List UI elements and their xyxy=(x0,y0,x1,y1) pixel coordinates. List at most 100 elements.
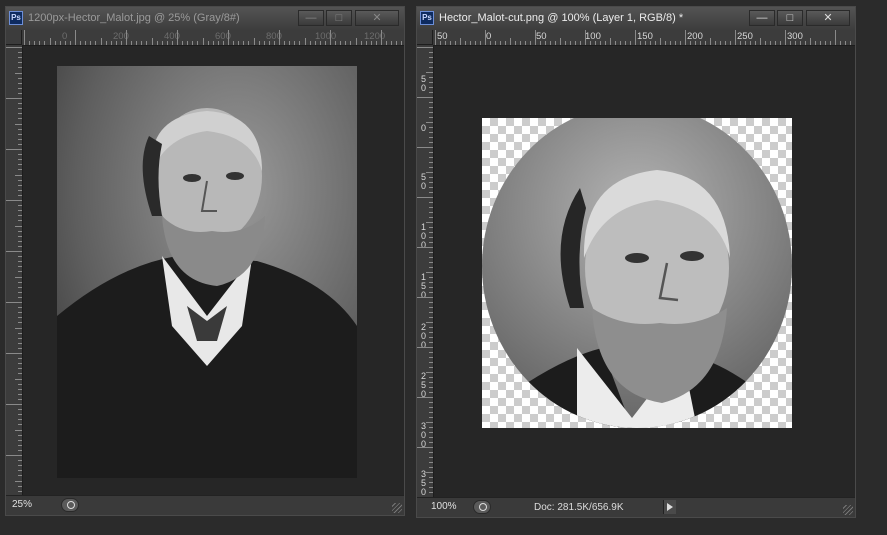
ruler-tick xyxy=(705,41,706,45)
ruler-tick xyxy=(156,41,158,45)
ruler-tick xyxy=(429,352,433,353)
ruler-tick xyxy=(75,30,76,45)
ruler-tick xyxy=(840,41,841,45)
minimize-button[interactable]: — xyxy=(298,10,324,26)
ruler-tick xyxy=(18,409,22,411)
ruler-tick xyxy=(515,41,516,45)
ruler-tick xyxy=(222,41,224,45)
ruler-tick xyxy=(294,41,296,45)
ruler-tick xyxy=(690,41,691,45)
ruler-tick xyxy=(18,138,22,140)
vertical-ruler[interactable]: 5 0 0 5 0 1 0 0 1 5 0 2 0 0 2 5 0 3 0 0 … xyxy=(417,45,434,499)
ruler-tick xyxy=(450,41,451,45)
ruler-tick xyxy=(429,427,433,428)
ruler-tick xyxy=(429,67,433,68)
ruler-tick xyxy=(429,57,433,58)
ruler-tick xyxy=(785,30,786,45)
ruler-tick xyxy=(429,362,433,363)
resize-grip-icon[interactable] xyxy=(392,503,402,513)
document-size-info: Doc: 281.5K/656.9K xyxy=(534,502,624,513)
document-canvas[interactable] xyxy=(434,46,855,498)
ruler-tick xyxy=(18,194,22,196)
ruler-tick xyxy=(525,41,526,45)
vertical-ruler[interactable] xyxy=(6,45,23,497)
ruler-tick xyxy=(18,439,22,441)
ruler-tick xyxy=(500,41,501,45)
maximize-button[interactable]: □ xyxy=(326,10,352,26)
status-menu-icon[interactable] xyxy=(61,498,79,512)
ruler-tick xyxy=(18,485,22,487)
resize-grip-icon[interactable] xyxy=(843,505,853,515)
ruler-tick xyxy=(18,358,22,360)
window-titlebar[interactable]: Ps 1200px-Hector_Malot.jpg @ 25% (Gray/8… xyxy=(6,7,404,31)
ruler-tick xyxy=(675,41,676,45)
document-window-2[interactable]: Ps Hector_Malot-cut.png @ 100% (Layer 1,… xyxy=(416,6,856,518)
ruler-tick xyxy=(429,62,433,63)
ruler-tick xyxy=(18,143,22,145)
ruler-tick xyxy=(15,72,22,74)
ruler-tick xyxy=(15,225,22,227)
ruler-tick xyxy=(575,41,576,45)
ruler-tick xyxy=(18,92,22,94)
ruler-tick xyxy=(670,41,671,45)
ruler-tick xyxy=(18,256,22,258)
window-titlebar[interactable]: Ps Hector_Malot-cut.png @ 100% (Layer 1,… xyxy=(417,7,855,31)
ruler-tick xyxy=(80,41,82,45)
horizontal-ruler[interactable]: 50 0 50 100 150 200 250 300 xyxy=(433,30,855,46)
ruler-tick xyxy=(6,404,22,405)
zoom-field[interactable]: 25% xyxy=(12,499,52,510)
ruler-tick xyxy=(177,30,178,45)
ruler-tick xyxy=(429,142,433,143)
ruler-tick xyxy=(18,424,22,426)
close-button[interactable]: ✕ xyxy=(806,10,850,26)
ruler-tick xyxy=(800,41,801,45)
close-button[interactable]: ✕ xyxy=(355,10,399,26)
ruler-tick xyxy=(585,30,586,45)
ruler-tick xyxy=(18,388,22,390)
ruler-tick xyxy=(429,387,433,388)
ruler-tick xyxy=(115,41,117,45)
ruler-tick xyxy=(429,282,433,283)
status-arrow-icon[interactable] xyxy=(663,500,676,514)
ruler-tick xyxy=(530,41,531,45)
ruler-tick xyxy=(429,112,433,113)
document-window-1[interactable]: Ps 1200px-Hector_Malot.jpg @ 25% (Gray/8… xyxy=(5,6,405,516)
document-canvas[interactable] xyxy=(23,46,404,496)
ruler-tick xyxy=(429,127,433,128)
ruler-tick xyxy=(39,41,41,45)
ruler-corner[interactable] xyxy=(417,30,433,45)
ruler-tick xyxy=(426,322,433,323)
ruler-tick xyxy=(429,337,433,338)
ruler-tick xyxy=(340,41,342,45)
ruler-tick xyxy=(429,432,433,433)
ruler-tick xyxy=(429,212,433,213)
ruler-corner[interactable] xyxy=(6,30,22,45)
ruler-tick xyxy=(110,41,112,45)
ruler-tick xyxy=(470,41,471,45)
ruler-tick xyxy=(18,62,22,64)
ruler-tick xyxy=(24,30,25,45)
horizontal-ruler[interactable]: 0 200 400 600 800 1000 1200 xyxy=(22,30,404,46)
status-menu-icon[interactable] xyxy=(473,500,491,514)
maximize-icon: □ xyxy=(786,12,794,24)
ruler-tick xyxy=(365,41,367,45)
ruler-tick xyxy=(429,217,433,218)
ruler-tick xyxy=(417,147,433,148)
ruler-tick xyxy=(740,41,741,45)
zoom-field[interactable]: 100% xyxy=(431,501,471,512)
ruler-tick xyxy=(429,332,433,333)
ruler-tick xyxy=(18,393,22,395)
ruler-tick xyxy=(146,41,148,45)
maximize-button[interactable]: □ xyxy=(777,10,803,26)
ruler-tick xyxy=(429,402,433,403)
ruler-tick xyxy=(18,291,22,293)
ruler-tick xyxy=(29,41,31,45)
ruler-tick xyxy=(18,108,22,110)
minimize-button[interactable]: — xyxy=(749,10,775,26)
ruler-tick xyxy=(429,437,433,438)
ruler-tick xyxy=(429,267,433,268)
ruler-tick xyxy=(765,41,766,45)
ruler-tick xyxy=(510,38,511,45)
ruler-tick xyxy=(151,38,153,45)
ruler-tick xyxy=(429,117,433,118)
